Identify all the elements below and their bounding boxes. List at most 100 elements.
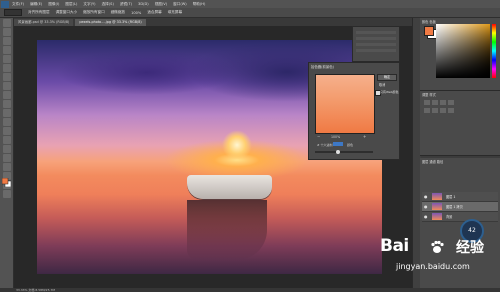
blur-tool-icon[interactable]	[2, 127, 11, 135]
panel-row[interactable]	[356, 49, 396, 52]
menu-item-filter[interactable]: 滤镜(T)	[120, 2, 132, 7]
color-field[interactable]	[315, 74, 375, 134]
healing-brush-tool-icon[interactable]	[2, 73, 11, 81]
panel-row[interactable]	[356, 37, 396, 40]
option-100-percent[interactable]: 100%	[131, 11, 141, 15]
option-zoom-all[interactable]: 缩放所有窗口	[83, 10, 105, 15]
menu-item-layer[interactable]: 图层(L)	[65, 2, 77, 7]
color-balance-adjustment-icon[interactable]	[440, 108, 446, 113]
layer-row-selected[interactable]: ● 图层 1 拷贝	[422, 202, 498, 212]
baidu-jingyan-watermark: Bai 经验 jingyan.baidu.com	[380, 236, 498, 290]
color-picker-dialog: 拾色器(前景色) 确定 取消 只有Web颜色 − 100% + # 十六进制 颜…	[308, 62, 400, 160]
option-resize-windows[interactable]: 调整窗口大小	[56, 10, 78, 15]
levels-adjustment-icon[interactable]	[432, 100, 438, 105]
brush-tool-icon[interactable]	[2, 82, 11, 90]
panel-row[interactable]	[356, 31, 396, 34]
option-scrubby-zoom[interactable]: 细微缩放	[111, 10, 125, 15]
curves-adjustment-icon[interactable]	[440, 100, 446, 105]
options-bar: 对齐所有图层 调整窗口大小 缩放所有窗口 细微缩放 100% 适合屏幕 填充屏幕	[0, 8, 500, 18]
tool-preset-picker[interactable]	[4, 9, 22, 16]
move-tool-icon[interactable]	[2, 19, 11, 27]
document-tab-bar: 风景画廊.psd @ 33.3% (RGB/8) pexels-photo-..…	[14, 18, 414, 26]
menu-item-help[interactable]: 帮助(H)	[193, 2, 206, 7]
foreground-color-swatch[interactable]	[424, 26, 434, 36]
menu-item-window[interactable]: 窗口(W)	[173, 2, 187, 7]
menu-item-3d[interactable]: 3D(D)	[138, 2, 149, 6]
clone-stamp-tool-icon[interactable]	[2, 91, 11, 99]
brightness-adjustment-icon[interactable]	[424, 100, 430, 105]
document-tab[interactable]: 风景画廊.psd @ 33.3% (RGB/8)	[14, 19, 74, 26]
layer-row[interactable]: ● 背景	[422, 212, 498, 222]
adjustments-panel: 调整 样式	[420, 91, 500, 156]
cancel-button[interactable]: 取消	[379, 82, 385, 87]
baidu-paw-icon	[431, 240, 444, 253]
only-web-colors-label: 只有Web颜色	[380, 90, 399, 94]
pen-tool-icon[interactable]	[2, 145, 11, 153]
panel-row[interactable]	[356, 43, 396, 46]
zoom-slider-thumb[interactable]	[336, 150, 340, 154]
eyedropper-tool-icon[interactable]	[2, 64, 11, 72]
exposure-adjustment-icon[interactable]	[448, 100, 454, 105]
hex-label: # 十六进制	[317, 143, 333, 147]
ok-button[interactable]: 确定	[377, 74, 397, 81]
status-text: 33.33% 文档:8.58M/25.7M	[16, 288, 55, 292]
menu-item-view[interactable]: 视图(V)	[155, 2, 167, 7]
option-fit-screen[interactable]: 适合屏幕	[147, 10, 161, 15]
layers-panel-tabs[interactable]: 图层 通道 路径	[422, 159, 443, 164]
layer-thumbnail	[432, 193, 442, 200]
menu-item-select[interactable]: 选择(S)	[102, 2, 114, 7]
menu-item-edit[interactable]: 编辑(E)	[30, 2, 42, 7]
menu-item-file[interactable]: 文件(F)	[12, 2, 24, 7]
layer-name: 图层 1	[446, 195, 456, 199]
black-white-adjustment-icon[interactable]	[448, 108, 454, 113]
watermark-jingyan: 经验	[456, 240, 484, 256]
quick-select-tool-icon[interactable]	[2, 46, 11, 54]
hex-input[interactable]	[333, 142, 343, 146]
zoom-slider[interactable]	[315, 151, 373, 153]
zoom-tool-icon[interactable]	[2, 190, 11, 198]
layer-thumbnail	[432, 203, 442, 210]
boat-reflection	[187, 200, 267, 260]
path-select-tool-icon[interactable]	[2, 163, 11, 171]
menu-item-type[interactable]: 文字(Y)	[83, 2, 95, 7]
color-panel: 颜色 色板	[420, 18, 500, 91]
zoom-out-icon[interactable]: −	[317, 134, 320, 139]
document-tab-active[interactable]: pexels-photo-...jpg @ 33.3% (RGB/8)	[75, 19, 146, 26]
visibility-eye-icon[interactable]: ●	[424, 214, 428, 219]
type-tool-icon[interactable]	[2, 154, 11, 162]
hex-suffix-label: 颜色	[347, 143, 354, 147]
hue-slider[interactable]	[492, 24, 496, 78]
adjustments-panel-tabs[interactable]: 调整 样式	[422, 92, 436, 97]
option-align-layers[interactable]: 对齐所有图层	[28, 10, 50, 15]
vibrance-adjustment-icon[interactable]	[424, 108, 430, 113]
eraser-tool-icon[interactable]	[2, 109, 11, 117]
lasso-tool-icon[interactable]	[2, 37, 11, 45]
menu-bar: 文件(F) 编辑(E) 图像(I) 图层(L) 文字(Y) 选择(S) 滤镜(T…	[0, 0, 500, 8]
layer-name: 背景	[446, 215, 453, 219]
gradient-tool-icon[interactable]	[2, 118, 11, 126]
color-spectrum-shade	[436, 24, 490, 78]
marquee-tool-icon[interactable]	[2, 28, 11, 36]
hue-saturation-adjustment-icon[interactable]	[432, 108, 438, 113]
floating-panel	[352, 26, 400, 62]
foreground-background-color-icon[interactable]	[2, 178, 11, 187]
zoom-in-icon[interactable]: +	[363, 134, 366, 139]
history-brush-tool-icon[interactable]	[2, 100, 11, 108]
dodge-tool-icon[interactable]	[2, 136, 11, 144]
layer-name: 图层 1 拷贝	[446, 205, 463, 209]
layer-row[interactable]: ● 图层 1	[422, 192, 498, 202]
option-fill-screen[interactable]: 填充屏幕	[168, 10, 182, 15]
dialog-title: 拾色器(前景色)	[311, 65, 334, 69]
visibility-eye-icon[interactable]: ●	[424, 204, 428, 209]
crop-tool-icon[interactable]	[2, 55, 11, 63]
boat-shape	[187, 175, 272, 199]
layer-thumbnail	[432, 213, 442, 220]
photoshop-logo-icon	[1, 0, 9, 8]
color-panel-tabs[interactable]: 颜色 色板	[422, 19, 436, 24]
menu-item-image[interactable]: 图像(I)	[48, 2, 59, 7]
visibility-eye-icon[interactable]: ●	[424, 194, 428, 199]
watermark-bai: Bai	[380, 236, 409, 256]
sun-glow	[222, 130, 252, 160]
zoom-level: 100%	[331, 135, 341, 139]
watermark-url: jingyan.baidu.com	[396, 262, 470, 271]
